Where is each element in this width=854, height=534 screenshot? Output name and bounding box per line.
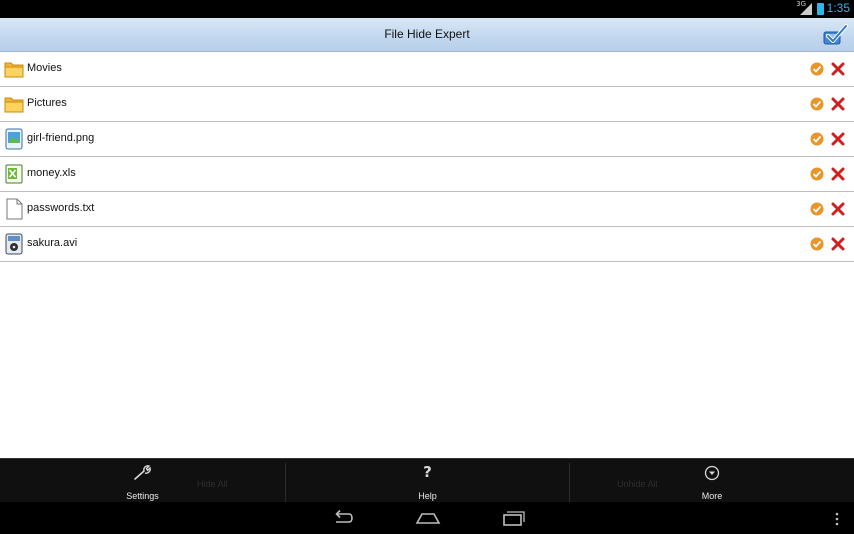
file-name: Movies (27, 62, 62, 74)
back-icon[interactable] (330, 509, 356, 527)
orange-check-icon[interactable] (810, 97, 824, 111)
app-title: File Hide Expert (384, 27, 470, 41)
more-label: More (701, 491, 723, 501)
settings-label: Settings (126, 491, 159, 501)
wrench-icon (133, 465, 151, 480)
file-name: passwords.txt (27, 202, 95, 214)
signal-icon (800, 3, 812, 15)
navigation-bar (0, 502, 854, 534)
red-x-icon[interactable] (830, 131, 846, 147)
status-bar: 3G 1:35 (0, 0, 854, 18)
file-name: girl-friend.png (27, 132, 95, 144)
settings-button[interactable]: Settings (0, 459, 285, 503)
bottom-toolbar: Hide All Unhide All Settings ? Help More (0, 458, 854, 503)
list-item[interactable]: girl-friend.png (0, 122, 854, 157)
image-file-icon (5, 128, 23, 150)
more-button[interactable]: More (570, 459, 854, 503)
list-item[interactable]: passwords.txt (0, 192, 854, 227)
home-icon[interactable] (414, 509, 442, 527)
list-item[interactable]: Pictures (0, 87, 854, 122)
list-item[interactable]: money.xls (0, 157, 854, 192)
excel-file-icon (5, 164, 23, 184)
folder-icon (4, 62, 24, 78)
orange-check-icon[interactable] (810, 62, 824, 76)
file-list: Movies Pictures girl-friend.png money.xl… (0, 52, 854, 262)
recent-apps-icon[interactable] (501, 509, 527, 527)
red-x-icon[interactable] (830, 201, 846, 217)
select-all-check-icon[interactable] (822, 22, 848, 48)
file-name: sakura.avi (27, 237, 78, 249)
question-icon: ? (423, 463, 432, 481)
list-item[interactable]: sakura.avi (0, 227, 854, 262)
folder-icon (4, 97, 24, 113)
title-bar: File Hide Expert (0, 18, 854, 52)
orange-check-icon[interactable] (810, 237, 824, 251)
text-file-icon (6, 198, 23, 220)
orange-check-icon[interactable] (810, 167, 824, 181)
list-item[interactable]: Movies (0, 52, 854, 87)
file-name: money.xls (27, 167, 76, 179)
file-name: Pictures (27, 97, 67, 109)
red-x-icon[interactable] (830, 96, 846, 112)
help-label: Help (418, 491, 437, 501)
battery-icon (817, 3, 824, 15)
orange-check-icon[interactable] (810, 132, 824, 146)
help-button[interactable]: ? Help (286, 459, 569, 503)
more-circle-icon (704, 465, 720, 481)
red-x-icon[interactable] (830, 166, 846, 182)
red-x-icon[interactable] (830, 236, 846, 252)
orange-check-icon[interactable] (810, 202, 824, 216)
status-time: 1:35 (826, 1, 850, 15)
red-x-icon[interactable] (830, 61, 846, 77)
video-file-icon (5, 233, 23, 255)
overflow-menu-icon[interactable] (834, 512, 840, 526)
